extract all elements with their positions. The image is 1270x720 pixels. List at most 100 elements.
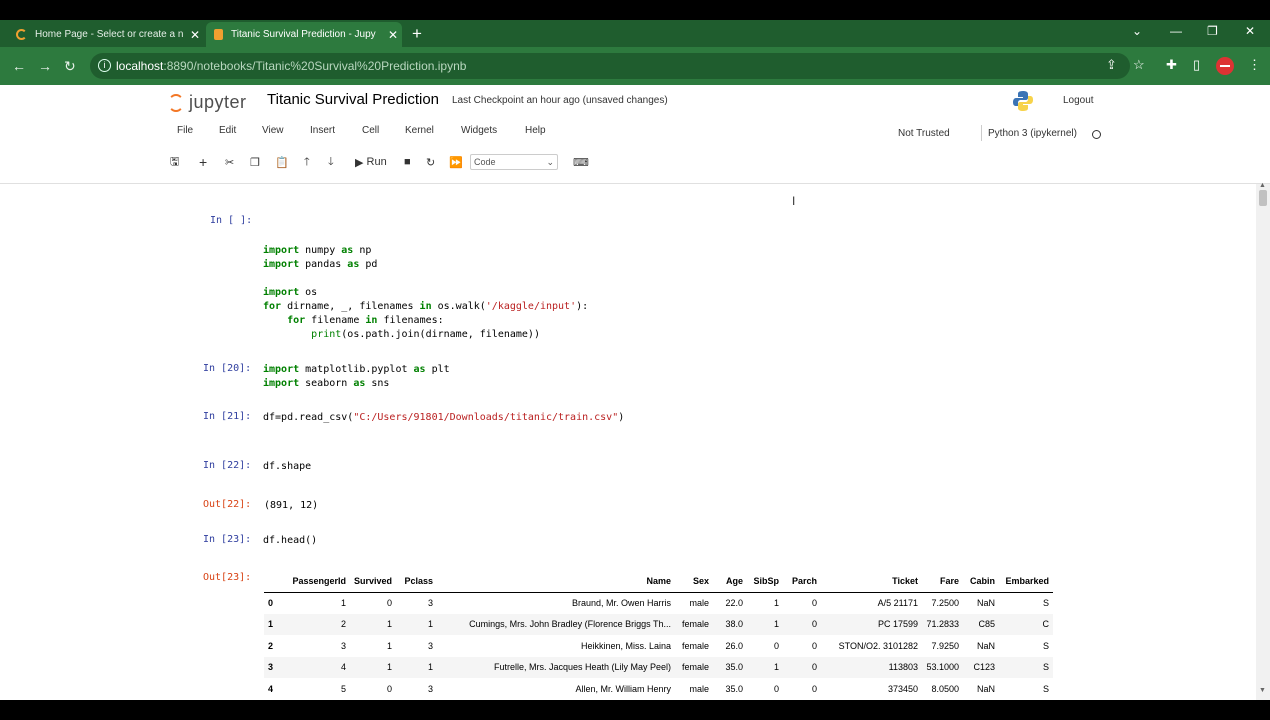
column-header: Survived <box>350 571 397 593</box>
site-info-icon[interactable]: i <box>98 59 111 72</box>
table-cell: 3 <box>428 640 434 651</box>
menu-help[interactable]: Help <box>525 125 546 136</box>
cut-icon[interactable]: ✂ <box>225 153 234 171</box>
forward-icon[interactable]: → <box>38 58 52 74</box>
menu-insert[interactable]: Insert <box>310 125 335 136</box>
table-cell: 22.0 <box>725 598 744 608</box>
column-header: Name <box>437 571 676 593</box>
paste-icon[interactable]: 📋 <box>275 153 289 171</box>
close-icon[interactable]: ✕ <box>384 28 402 42</box>
jupyter-favicon-icon <box>16 29 27 40</box>
cell-prompt: In [ ]: <box>210 215 253 226</box>
move-down-icon[interactable]: 🡓 <box>328 153 334 171</box>
code-cell-5[interactable]: df.head() <box>263 534 317 548</box>
close-window-icon[interactable]: ✕ <box>1245 24 1255 38</box>
side-panel-icon[interactable]: ▯ <box>1193 57 1200 73</box>
tab-title: Home Page - Select or create a n <box>35 29 184 40</box>
scroll-down-icon[interactable]: ▼ <box>1259 687 1266 694</box>
table-cell: STON/O2. 3101282 <box>838 640 919 651</box>
column-header: Fare <box>922 571 964 593</box>
page-scrollbar[interactable]: ▲ ▼ <box>1256 182 1270 700</box>
back-icon[interactable]: ← <box>12 58 26 74</box>
new-tab-icon[interactable]: + <box>412 24 422 44</box>
table-cell: S <box>999 656 1054 678</box>
table-cell: S <box>1043 640 1050 651</box>
profile-avatar[interactable] <box>1216 57 1234 75</box>
code-cell-2[interactable]: import matplotlib.pyplot as plt import s… <box>263 363 450 391</box>
table-cell: NaN <box>977 640 996 651</box>
table-cell: 1 <box>350 656 397 678</box>
menu-kernel[interactable]: Kernel <box>405 125 434 136</box>
insert-cell-icon[interactable]: + <box>199 153 207 171</box>
python-logo-icon <box>1013 91 1033 111</box>
browser-menu-icon[interactable]: ⋮ <box>1248 57 1261 73</box>
dataframe-table: PassengerId Survived Pclass Name Sex Age… <box>264 571 1054 700</box>
table-cell: 5 <box>340 683 346 694</box>
table-cell: 373450 <box>887 683 919 694</box>
menu-widgets[interactable]: Widgets <box>461 125 497 136</box>
menu-file[interactable]: File <box>177 125 193 136</box>
copy-icon[interactable]: ❐ <box>250 153 260 171</box>
column-header: Cabin <box>963 571 1000 593</box>
run-button[interactable]: ▶ Run <box>355 153 387 171</box>
table-cell: 0 <box>812 640 818 651</box>
menu-cell[interactable]: Cell <box>362 125 379 136</box>
restart-icon[interactable]: ↻ <box>426 153 435 171</box>
scroll-up-icon[interactable]: ▲ <box>1259 182 1266 189</box>
tab-search-icon[interactable]: ⌄ <box>1132 24 1142 38</box>
column-header: Ticket <box>821 571 923 593</box>
share-icon[interactable]: ⇪ <box>1106 57 1117 73</box>
tab-home[interactable]: Home Page - Select or create a n ✕ <box>8 22 204 47</box>
table-header-row: PassengerId Survived Pclass Name Sex Age… <box>264 571 1054 593</box>
table-cell: NaN <box>977 683 996 694</box>
tab-notebook[interactable]: Titanic Survival Prediction - Jupy ✕ <box>206 22 402 47</box>
table-cell: 7.9250 <box>931 640 960 651</box>
table-cell: 1 <box>340 598 346 608</box>
logout-button[interactable]: Logout <box>1063 95 1094 106</box>
url-field[interactable]: i localhost:8890/notebooks/Titanic%20Sur… <box>90 53 1130 79</box>
restart-run-all-icon[interactable]: ⏩ <box>449 153 463 171</box>
reload-icon[interactable]: ↻ <box>64 58 76 75</box>
table-cell: 38.0 <box>713 613 748 635</box>
table-cell: 35.0 <box>713 656 748 678</box>
code-cell-3[interactable]: df=pd.read_csv("C:/Users/91801/Downloads… <box>263 411 624 425</box>
scroll-thumb[interactable] <box>1259 190 1267 206</box>
table-cell: 3 <box>340 640 346 651</box>
cell-prompt: In [22]: <box>203 460 252 471</box>
output-prompt: Out[22]: <box>203 499 252 510</box>
table-body: 0 1 0 3 Braund, Mr. Owen Harris male 22.0 1 0 A/5… <box>264 592 1054 700</box>
kernel-divider <box>981 125 982 141</box>
close-icon[interactable]: ✕ <box>186 28 204 42</box>
menu-view[interactable]: View <box>262 125 284 136</box>
menu-edit[interactable]: Edit <box>219 125 236 136</box>
table-cell: female <box>675 656 714 678</box>
bookmark-star-icon[interactable]: ☆ <box>1133 57 1145 73</box>
code-cell-4[interactable]: df.shape <box>263 460 311 474</box>
table-row: 1 2 1 1 Cumings, Mrs. John Bradley (Florence… <box>264 613 1054 635</box>
column-header: Sex <box>675 571 714 593</box>
interrupt-icon[interactable]: ■ <box>404 153 411 171</box>
cell-type-select[interactable]: Code ⌄ <box>470 154 558 170</box>
jupyter-logo[interactable]: jupyter <box>168 92 247 113</box>
table-row: 2 3 1 3 Heikkinen, Miss. Laina female 26.0 0 0 ST… <box>264 635 1053 657</box>
kernel-name[interactable]: Python 3 (ipykernel) <box>988 128 1077 139</box>
extensions-icon[interactable]: ✚ <box>1166 57 1177 73</box>
move-up-icon[interactable]: 🡑 <box>304 153 310 171</box>
table-cell: 7.2500 <box>931 598 960 608</box>
table-cell: 1 <box>774 598 780 608</box>
table-cell: 1 <box>396 656 438 678</box>
row-index: 0 <box>268 598 274 608</box>
table-cell: 1 <box>396 613 438 635</box>
code-cell-1[interactable]: import numpy as np import pandas as pd i… <box>263 244 588 342</box>
restore-icon[interactable]: ❐ <box>1207 24 1218 38</box>
save-icon[interactable]: 🖫 <box>170 153 179 171</box>
table-cell: 3 <box>428 683 434 694</box>
table-cell: PC 17599 <box>821 613 923 635</box>
table-cell: Futrelle, Mrs. Jacques Heath (Lily May P… <box>437 656 676 678</box>
trust-status[interactable]: Not Trusted <box>898 128 950 139</box>
notebook-title[interactable]: Titanic Survival Prediction <box>267 91 439 108</box>
command-palette-icon[interactable]: ⌨ <box>573 153 589 171</box>
minimize-icon[interactable]: — <box>1170 24 1182 38</box>
table-cell: 0 <box>387 683 393 694</box>
column-header: Pclass <box>396 571 438 593</box>
